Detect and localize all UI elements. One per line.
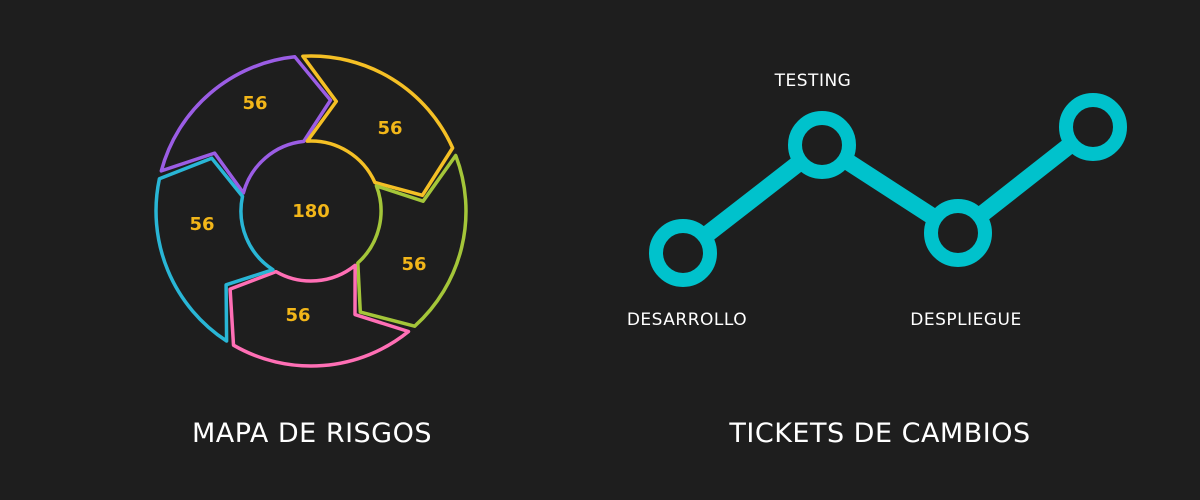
risk-segment-1-outline [159, 55, 333, 195]
risk-map-diagram: 56 56 56 56 56 180 [154, 54, 468, 368]
ticket-node-testing [788, 111, 856, 179]
change-tickets-diagram: DESARROLLO TESTING DESPLIEGUE [627, 71, 1127, 330]
ticket-node-testing-label: TESTING [774, 71, 852, 91]
ticket-node-despliegue [924, 199, 992, 267]
risk-segment-1-value: 56 [242, 93, 267, 114]
risk-segment-5-outline [154, 156, 275, 343]
risk-map-title: MAPA DE RISGOS [192, 418, 432, 449]
ticket-node-desarrollo [649, 219, 717, 287]
risk-center-value: 180 [292, 201, 330, 222]
ticket-node-final [1059, 93, 1127, 161]
ticket-node-desarrollo-label: DESARROLLO [627, 310, 747, 330]
risk-segment-4-outline [228, 263, 411, 368]
risk-segment-5-value: 56 [189, 214, 214, 235]
ticket-node-despliegue-label: DESPLIEGUE [910, 310, 1021, 330]
change-tickets-title: TICKETS DE CAMBIOS [729, 418, 1031, 449]
risk-segment-4-value: 56 [285, 305, 310, 326]
risk-segment-3-value: 56 [401, 254, 426, 275]
infographic-canvas: 56 56 56 56 56 180 DESARROLLO TESTING DE… [0, 0, 1200, 500]
risk-segment-2-value: 56 [377, 118, 402, 139]
tickets-connector-line [674, 118, 1102, 262]
